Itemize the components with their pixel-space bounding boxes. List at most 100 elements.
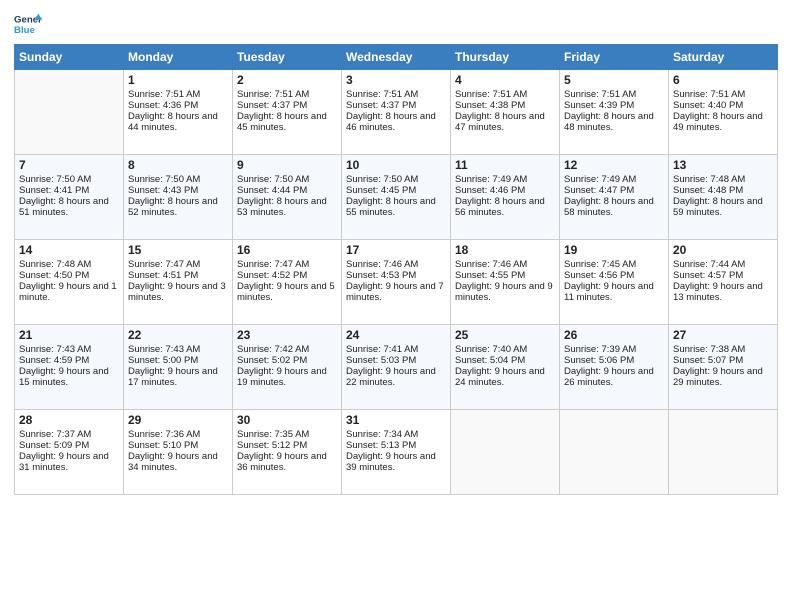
day-cell: 19Sunrise: 7:45 AMSunset: 4:56 PMDayligh… (560, 240, 669, 325)
day-cell: 21Sunrise: 7:43 AMSunset: 4:59 PMDayligh… (15, 325, 124, 410)
sunset-text: Sunset: 5:03 PM (346, 355, 446, 366)
sunset-text: Sunset: 5:06 PM (564, 355, 664, 366)
day-cell: 2Sunrise: 7:51 AMSunset: 4:37 PMDaylight… (233, 70, 342, 155)
day-number: 7 (19, 158, 119, 172)
day-number: 17 (346, 243, 446, 257)
sunrise-text: Sunrise: 7:39 AM (564, 344, 664, 355)
day-cell: 30Sunrise: 7:35 AMSunset: 5:12 PMDayligh… (233, 410, 342, 495)
sunrise-text: Sunrise: 7:50 AM (19, 174, 119, 185)
daylight-text: Daylight: 8 hours and 56 minutes. (455, 196, 555, 218)
daylight-text: Daylight: 8 hours and 52 minutes. (128, 196, 228, 218)
sunrise-text: Sunrise: 7:49 AM (564, 174, 664, 185)
sunset-text: Sunset: 4:56 PM (564, 270, 664, 281)
daylight-text: Daylight: 9 hours and 36 minutes. (237, 451, 337, 473)
daylight-text: Daylight: 9 hours and 24 minutes. (455, 366, 555, 388)
day-cell: 11Sunrise: 7:49 AMSunset: 4:46 PMDayligh… (451, 155, 560, 240)
day-number: 20 (673, 243, 773, 257)
day-number: 24 (346, 328, 446, 342)
sunrise-text: Sunrise: 7:47 AM (237, 259, 337, 270)
day-cell: 7Sunrise: 7:50 AMSunset: 4:41 PMDaylight… (15, 155, 124, 240)
calendar-table: SundayMondayTuesdayWednesdayThursdayFrid… (14, 44, 778, 495)
weekday-thursday: Thursday (451, 45, 560, 70)
day-cell: 5 Sunrise: 7:51 AMSunset: 4:39 PMDaylight… (560, 70, 669, 155)
sunset-text: Sunset: 4:53 PM (346, 270, 446, 281)
sunset-text: Sunset: 4:39 PM (564, 100, 664, 111)
daylight-text: Daylight: 9 hours and 9 minutes. (455, 281, 555, 303)
daylight-text: Daylight: 9 hours and 22 minutes. (346, 366, 446, 388)
sunrise-text: Sunrise: 7:50 AM (237, 174, 337, 185)
day-number: 31 (346, 413, 446, 427)
daylight-text: Daylight: 9 hours and 29 minutes. (673, 366, 773, 388)
sunrise-text: Sunrise: 7:35 AM (237, 429, 337, 440)
sunset-text: Sunset: 5:04 PM (455, 355, 555, 366)
week-row-1: 1Sunrise: 7:51 AMSunset: 4:36 PMDaylight… (15, 70, 778, 155)
daylight-text: Daylight: 8 hours and 46 minutes. (346, 111, 446, 133)
week-row-5: 28Sunrise: 7:37 AMSunset: 5:09 PMDayligh… (15, 410, 778, 495)
day-number: 26 (564, 328, 664, 342)
sunrise-text: Sunrise: 7:51 AM (564, 89, 664, 100)
sunset-text: Sunset: 5:00 PM (128, 355, 228, 366)
sunrise-text: Sunrise: 7:48 AM (673, 174, 773, 185)
day-cell: 17Sunrise: 7:46 AMSunset: 4:53 PMDayligh… (342, 240, 451, 325)
sunrise-text: Sunrise: 7:38 AM (673, 344, 773, 355)
sunset-text: Sunset: 4:51 PM (128, 270, 228, 281)
sunrise-text: Sunrise: 7:50 AM (128, 174, 228, 185)
sunrise-text: Sunrise: 7:48 AM (19, 259, 119, 270)
day-number: 2 (237, 73, 337, 87)
sunrise-text: Sunrise: 7:37 AM (19, 429, 119, 440)
day-number: 5 (564, 73, 664, 87)
sunset-text: Sunset: 5:02 PM (237, 355, 337, 366)
sunrise-text: Sunrise: 7:51 AM (237, 89, 337, 100)
day-cell: 28Sunrise: 7:37 AMSunset: 5:09 PMDayligh… (15, 410, 124, 495)
sunrise-text: Sunrise: 7:36 AM (128, 429, 228, 440)
day-cell: 23Sunrise: 7:42 AMSunset: 5:02 PMDayligh… (233, 325, 342, 410)
sunrise-text: Sunrise: 7:42 AM (237, 344, 337, 355)
sunrise-text: Sunrise: 7:43 AM (128, 344, 228, 355)
sunset-text: Sunset: 4:55 PM (455, 270, 555, 281)
day-number: 27 (673, 328, 773, 342)
day-number: 10 (346, 158, 446, 172)
day-cell: 3Sunrise: 7:51 AMSunset: 4:37 PMDaylight… (342, 70, 451, 155)
sunrise-text: Sunrise: 7:41 AM (346, 344, 446, 355)
day-number: 1 (128, 73, 228, 87)
weekday-monday: Monday (124, 45, 233, 70)
day-cell: 27 Sunrise: 7:38 AMSunset: 5:07 PMDayligh… (669, 325, 778, 410)
daylight-text: Daylight: 9 hours and 15 minutes. (19, 366, 119, 388)
sunset-text: Sunset: 4:47 PM (564, 185, 664, 196)
page-header: General Blue (14, 10, 778, 38)
sunset-text: Sunset: 4:50 PM (19, 270, 119, 281)
day-number: 11 (455, 158, 555, 172)
day-number: 21 (19, 328, 119, 342)
day-cell: 24 Sunrise: 7:41 AMSunset: 5:03 PMDayligh… (342, 325, 451, 410)
sunrise-text: Sunrise: 7:47 AM (128, 259, 228, 270)
daylight-text: Daylight: 9 hours and 5 minutes. (237, 281, 337, 303)
day-cell: 25Sunrise: 7:40 AMSunset: 5:04 PMDayligh… (451, 325, 560, 410)
daylight-text: Daylight: 8 hours and 45 minutes. (237, 111, 337, 133)
sunrise-text: Sunrise: 7:46 AM (346, 259, 446, 270)
weekday-header-row: SundayMondayTuesdayWednesdayThursdayFrid… (15, 45, 778, 70)
day-number: 18 (455, 243, 555, 257)
day-cell (451, 410, 560, 495)
sunset-text: Sunset: 4:48 PM (673, 185, 773, 196)
day-number: 13 (673, 158, 773, 172)
day-number: 12 (564, 158, 664, 172)
sunset-text: Sunset: 5:09 PM (19, 440, 119, 451)
day-number: 4 (455, 73, 555, 87)
svg-text:Blue: Blue (14, 25, 35, 36)
daylight-text: Daylight: 8 hours and 48 minutes. (564, 111, 664, 133)
day-cell: 14Sunrise: 7:48 AMSunset: 4:50 PMDayligh… (15, 240, 124, 325)
daylight-text: Daylight: 8 hours and 58 minutes. (564, 196, 664, 218)
day-cell: 12 Sunrise: 7:49 AMSunset: 4:47 PMDayligh… (560, 155, 669, 240)
logo: General Blue (14, 10, 42, 38)
week-row-3: 14Sunrise: 7:48 AMSunset: 4:50 PMDayligh… (15, 240, 778, 325)
sunset-text: Sunset: 4:43 PM (128, 185, 228, 196)
sunrise-text: Sunrise: 7:51 AM (455, 89, 555, 100)
day-cell: 10Sunrise: 7:50 AMSunset: 4:45 PMDayligh… (342, 155, 451, 240)
sunrise-text: Sunrise: 7:49 AM (455, 174, 555, 185)
day-cell (669, 410, 778, 495)
sunset-text: Sunset: 5:07 PM (673, 355, 773, 366)
day-cell: 20Sunrise: 7:44 AMSunset: 4:57 PMDayligh… (669, 240, 778, 325)
day-number: 3 (346, 73, 446, 87)
week-row-2: 7Sunrise: 7:50 AMSunset: 4:41 PMDaylight… (15, 155, 778, 240)
day-number: 23 (237, 328, 337, 342)
